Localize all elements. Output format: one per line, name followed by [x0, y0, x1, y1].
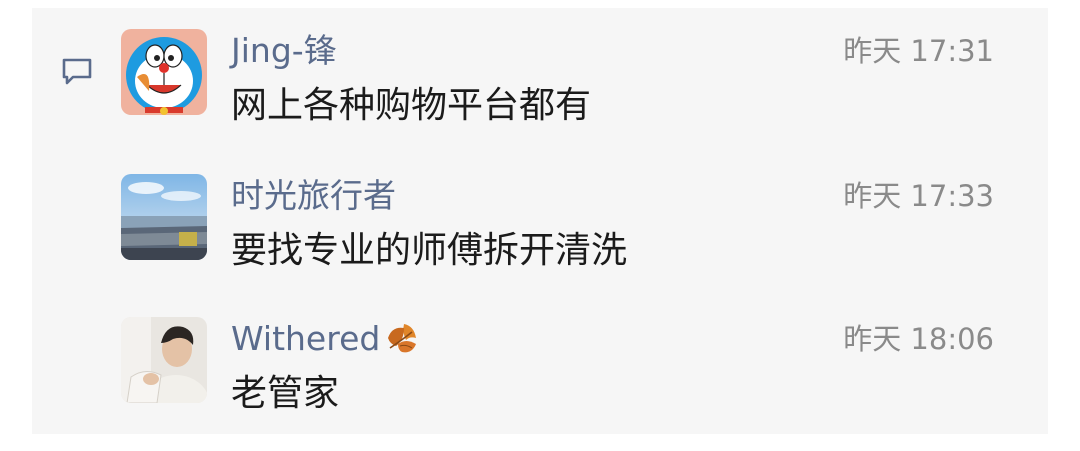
comment-author[interactable]: Withered — [231, 317, 422, 361]
person-photo-avatar[interactable] — [121, 317, 207, 403]
comment-time: 昨天 17:33 — [843, 179, 994, 213]
seaside-photo-avatar[interactable] — [121, 174, 207, 260]
comment-text: 老管家 — [231, 373, 340, 414]
comment-item[interactable]: Withered 昨天 18:06 老管家 — [0, 317, 1080, 437]
comment-time: 昨天 17:31 — [843, 34, 994, 68]
comment-author[interactable]: 时光旅行者 — [231, 174, 396, 218]
fallen-leaf-icon — [382, 318, 422, 358]
comment-text: 网上各种购物平台都有 — [231, 85, 592, 126]
comment-text: 要找专业的师傅拆开清洗 — [231, 230, 628, 271]
comment-author[interactable]: Jing-锋 — [231, 29, 337, 73]
comment-author-name: Withered — [231, 319, 381, 358]
comments-page: Jing-锋 昨天 17:31 网上各种购物平台都有 时光旅行者 昨天 17:3… — [0, 0, 1080, 451]
doraemon-avatar[interactable] — [121, 29, 207, 115]
comment-item[interactable]: 时光旅行者 昨天 17:33 要找专业的师傅拆开清洗 — [0, 174, 1080, 294]
comment-item[interactable]: Jing-锋 昨天 17:31 网上各种购物平台都有 — [0, 29, 1080, 149]
comment-time: 昨天 18:06 — [843, 322, 994, 356]
